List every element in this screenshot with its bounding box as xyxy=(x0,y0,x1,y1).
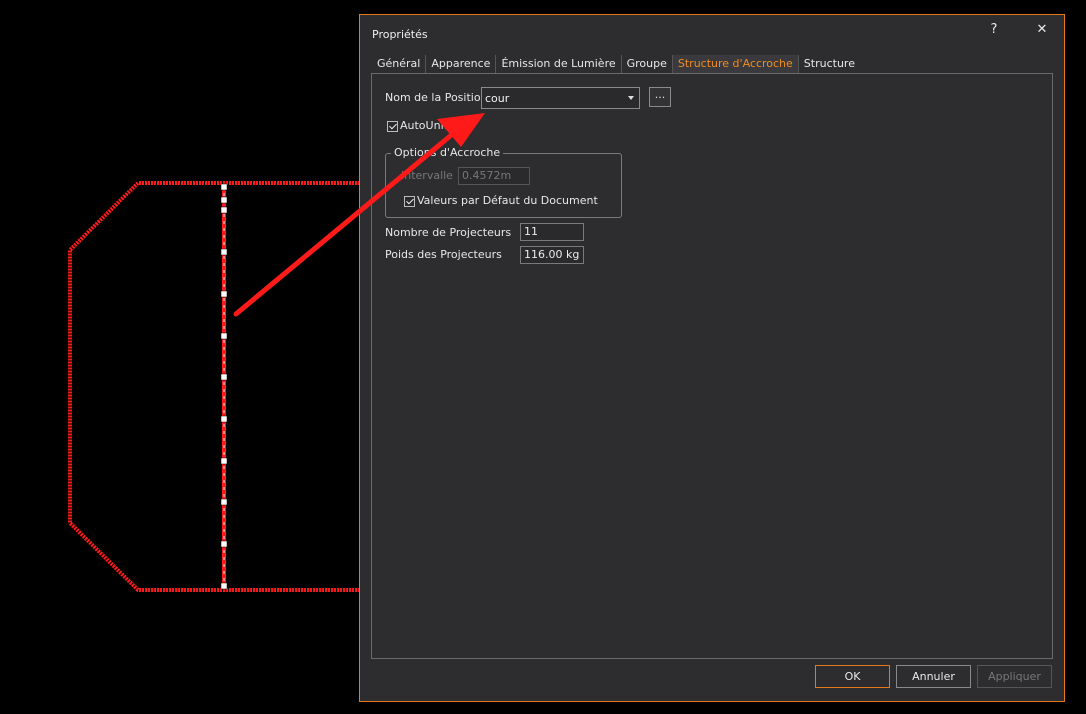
fixture-weight-field[interactable]: 116.00 kg xyxy=(520,246,584,264)
fixture-weight-label: Poids des Projecteurs xyxy=(385,248,502,261)
fixture-count-label: Nombre de Projecteurs xyxy=(385,226,512,239)
fixture-marker xyxy=(220,332,228,340)
tab-panel: Nom de la Position cour ... AutoUnit Opt… xyxy=(371,73,1053,659)
tab-general[interactable]: Général xyxy=(372,55,427,73)
fixture-marker xyxy=(220,457,228,465)
fixture-marker xyxy=(220,582,228,590)
interval-field: 0.4572m xyxy=(458,167,530,185)
fixture-marker xyxy=(220,373,228,381)
hanging-options-group: Options d'Accroche Intervalle 0.4572m Va… xyxy=(385,146,622,218)
fixture-marker xyxy=(220,196,228,204)
browse-button[interactable]: ... xyxy=(649,87,671,107)
ok-button[interactable]: OK xyxy=(815,665,890,688)
properties-dialog: Propriétés ? ✕ Général Apparence Émissio… xyxy=(359,14,1065,702)
dialog-title: Propriétés xyxy=(372,28,428,41)
fixture-marker xyxy=(220,415,228,423)
tab-group[interactable]: Groupe xyxy=(622,55,673,73)
fixture-marker xyxy=(220,183,228,191)
position-name-value: cour xyxy=(485,92,510,105)
tab-appearance[interactable]: Apparence xyxy=(426,55,497,73)
fixture-marker xyxy=(220,540,228,548)
hanging-options-title: Options d'Accroche xyxy=(391,146,504,159)
help-button[interactable]: ? xyxy=(980,19,1008,41)
fixture-count-field[interactable]: 11 xyxy=(520,223,584,241)
autounit-checkbox[interactable] xyxy=(387,121,398,132)
fixture-marker xyxy=(220,248,228,256)
autounit-label: AutoUnit xyxy=(400,119,448,132)
tab-bar: Général Apparence Émission de Lumière Gr… xyxy=(372,55,860,73)
position-name-label: Nom de la Position xyxy=(385,91,488,104)
position-name-dropdown[interactable]: cour xyxy=(481,87,640,109)
document-defaults-label: Valeurs par Défaut du Document xyxy=(417,194,598,207)
fixture-marker xyxy=(220,498,228,506)
fixture-marker xyxy=(220,206,228,214)
interval-label: Intervalle xyxy=(401,169,453,182)
apply-button: Appliquer xyxy=(977,665,1052,688)
tab-light-emission[interactable]: Émission de Lumière xyxy=(496,55,622,73)
document-defaults-checkbox[interactable] xyxy=(404,196,415,207)
truss-outline xyxy=(68,181,360,592)
tab-structure[interactable]: Structure xyxy=(799,55,860,73)
fixture-marker xyxy=(220,290,228,298)
close-button[interactable]: ✕ xyxy=(1028,19,1056,41)
cancel-button[interactable]: Annuler xyxy=(896,665,971,688)
tab-hanging-structure[interactable]: Structure d'Accroche xyxy=(672,55,799,73)
chevron-down-icon xyxy=(628,96,634,100)
